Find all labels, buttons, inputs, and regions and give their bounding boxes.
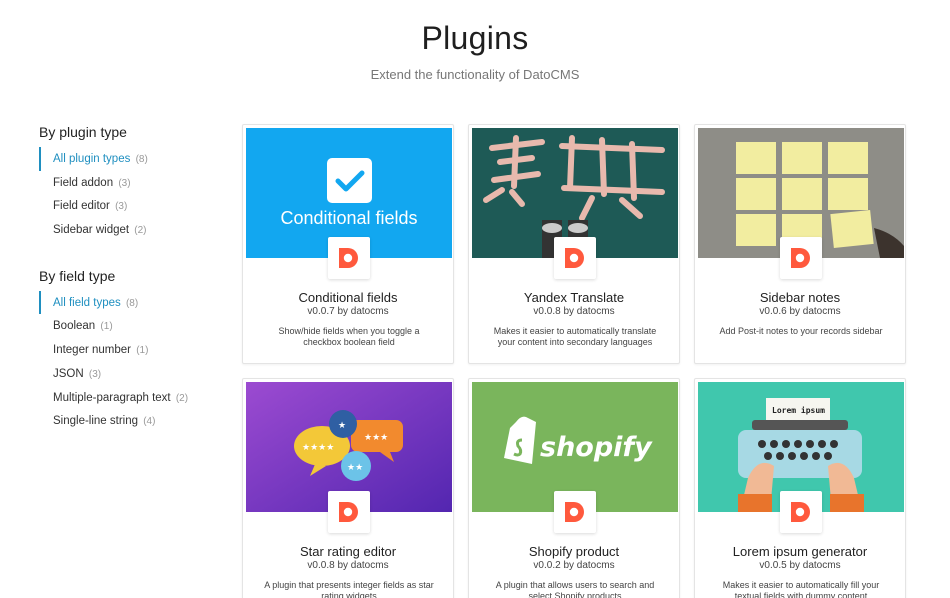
plugin-version: v0.0.8 by datocms xyxy=(307,560,389,571)
plugin-description: A plugin that allows users to search and… xyxy=(495,580,655,598)
plugin-description: Makes it easier to automatically fill yo… xyxy=(722,580,880,598)
filter-item-count: (2) xyxy=(134,225,147,237)
filter-item-label: Sidebar widget xyxy=(53,224,130,237)
plugin-version: v0.0.7 by datocms xyxy=(307,306,389,317)
filter-item-count: (3) xyxy=(118,177,131,189)
filter-item-label: Field editor xyxy=(53,200,110,213)
plugin-type-filter: By plugin type All plugin types (8) Field… xyxy=(39,124,229,242)
filter-item-json[interactable]: JSON (3) xyxy=(39,362,229,386)
filter-item-sidebar-widget[interactable]: Sidebar widget (2) xyxy=(39,218,229,242)
plugin-title: Yandex Translate xyxy=(523,290,625,305)
plugin-card-conditional-fields[interactable]: Conditional fields Conditional fields v0… xyxy=(242,124,454,364)
filter-item-single-line-string[interactable]: Single-line string (4) xyxy=(39,409,229,433)
field-type-heading: By field type xyxy=(39,267,116,284)
filter-item-count: (1) xyxy=(100,321,113,333)
plugin-version: v0.0.8 by datocms xyxy=(533,306,615,317)
plugin-title: Conditional fields xyxy=(298,290,398,305)
plugin-card-shopify-product[interactable]: shopify Shopify product v0.0.2 by datocm… xyxy=(468,378,680,598)
plugin-version: v0.0.5 by datocms xyxy=(759,560,841,571)
filter-item-field-addon[interactable]: Field addon (3) xyxy=(39,171,229,195)
filter-item-count: (8) xyxy=(125,297,139,309)
filter-item-label: Integer number xyxy=(53,344,131,357)
plugin-card-star-rating-editor[interactable]: ★★★★ ★★★ ★ ★★ Star rating editor v0.0.8 … xyxy=(242,378,454,598)
page-subtitle: Extend the functionality of DatoCMS xyxy=(370,67,580,82)
checkbox-icon xyxy=(327,158,372,203)
datocms-logo-icon xyxy=(554,237,596,279)
filter-item-label: Boolean xyxy=(53,320,96,333)
plugin-title: Lorem ipsum generator xyxy=(732,544,868,559)
svg-text:★★: ★★ xyxy=(347,463,363,473)
plugin-description: Show/hide fields when you toggle a check… xyxy=(278,326,420,347)
plugin-card-yandex-translate[interactable]: Yandex Translate v0.0.8 by datocms Makes… xyxy=(468,124,680,364)
filter-item-count: (3) xyxy=(115,201,128,213)
plugin-title: Sidebar notes xyxy=(759,290,841,305)
plugin-card-lorem-ipsum-generator[interactable]: Lorem ipsum Lorem ipsum generator v0.0.5… xyxy=(694,378,906,598)
filter-item-label: JSON xyxy=(53,367,84,380)
filter-item-count: (1) xyxy=(136,345,149,357)
svg-text:★★★★: ★★★★ xyxy=(302,443,334,453)
datocms-logo-icon xyxy=(554,491,596,533)
field-type-filter: By field type All field types (8) Boolean… xyxy=(39,268,229,433)
datocms-logo-icon xyxy=(328,491,370,533)
filter-item-all-plugin-types[interactable]: All plugin types (8) xyxy=(39,147,229,171)
datocms-logo-icon xyxy=(780,237,822,279)
filter-item-count: (3) xyxy=(88,368,102,380)
filter-item-multiple-paragraph-text[interactable]: Multiple-paragraph text (2) xyxy=(39,386,229,410)
plugin-type-heading: By plugin type xyxy=(39,124,127,140)
datocms-logo-icon xyxy=(328,237,370,279)
svg-text:★: ★ xyxy=(338,421,346,431)
filter-item-integer-number[interactable]: Integer number (1) xyxy=(39,338,229,362)
typewriter-paper-text: Lorem ipsum xyxy=(772,405,825,415)
plugin-description: Makes it easier to automatically transla… xyxy=(493,326,657,347)
svg-text:★★★: ★★★ xyxy=(364,433,388,443)
filter-item-boolean[interactable]: Boolean (1) xyxy=(39,314,229,338)
filter-item-field-editor[interactable]: Field editor (3) xyxy=(39,194,229,218)
filter-item-label: All field types xyxy=(53,296,121,309)
page-title: Plugins xyxy=(421,20,529,56)
filter-item-count: (4) xyxy=(143,416,156,428)
filter-item-all-field-types[interactable]: All field types (8) xyxy=(39,290,229,315)
plugin-description: Add Post-it notes to your records sideba… xyxy=(719,326,883,336)
plugin-type-list: All plugin types (8) Field addon (3) Field… xyxy=(39,147,229,242)
filter-item-label: All plugin types xyxy=(53,153,131,165)
plugin-title: Star rating editor xyxy=(299,544,397,559)
filter-item-count: (8) xyxy=(135,154,148,165)
shopify-wordmark: shopify xyxy=(540,432,653,463)
plugin-description: A plugin that presents integer fields as… xyxy=(264,580,434,598)
plugin-card-sidebar-notes[interactable]: Sidebar notes v0.0.6 by datocms Add Post… xyxy=(694,124,906,364)
filter-sidebar: By plugin type All plugin types (8) Field… xyxy=(39,124,229,459)
image-caption: Conditional fields xyxy=(280,208,418,228)
plugin-title: Shopify product xyxy=(528,544,620,559)
plugin-version: v0.0.6 by datocms xyxy=(759,306,841,317)
field-type-list: All field types (8) Boolean (1) Integer nu… xyxy=(39,290,229,433)
filter-item-label: Multiple-paragraph text xyxy=(53,391,171,404)
datocms-logo-icon xyxy=(780,491,822,533)
filter-item-label: Field addon xyxy=(53,176,114,189)
filter-item-label: Single-line string xyxy=(53,415,139,428)
filter-item-count: (2) xyxy=(175,392,189,404)
plugin-version: v0.0.2 by datocms xyxy=(533,560,615,571)
